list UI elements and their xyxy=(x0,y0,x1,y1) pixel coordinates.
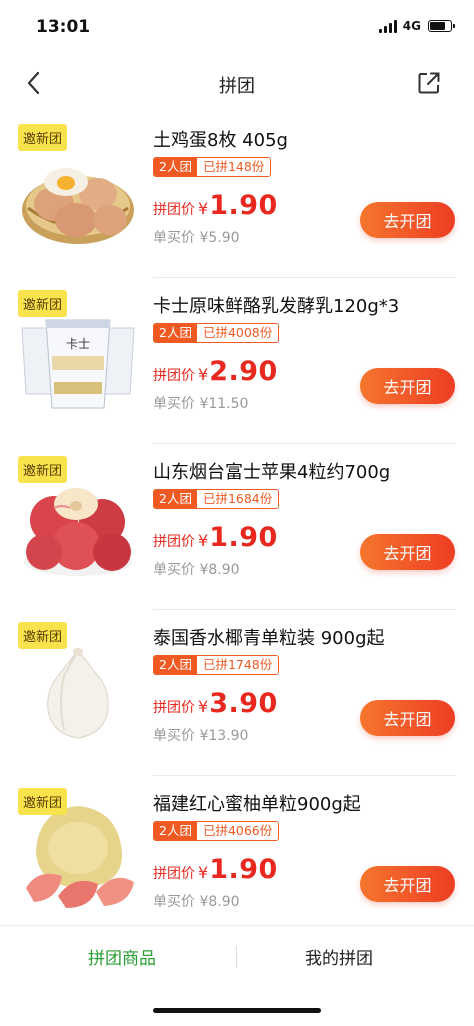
single-price: 单买价 ¥8.90 xyxy=(153,894,240,910)
product-list: 邀新团 土鸡蛋8枚 405g 2人团 已拼148份 拼团价 ¥ 1.90 单买价… xyxy=(0,112,474,924)
product-thumb[interactable]: 邀新团 xyxy=(18,622,138,750)
product-item-coconut[interactable]: 邀新团 泰国香水椰青单粒装 900g起 2人团 已拼1748份 拼团价 ¥ 3.… xyxy=(0,610,474,776)
group-size-badge: 2人团 xyxy=(154,822,197,840)
single-price: 单买价 ¥13.90 xyxy=(153,728,249,744)
group-price-row: 拼团价 ¥ 3.90 xyxy=(153,688,278,719)
group-price-label: 拼团价 xyxy=(153,202,195,218)
invite-badge: 邀新团 xyxy=(18,622,68,649)
open-group-button[interactable]: 去开团 xyxy=(360,202,455,238)
group-price-label: 拼团价 xyxy=(153,866,195,882)
group-count-label: 已拼1748份 xyxy=(196,656,279,674)
product-thumb[interactable]: 邀新团 xyxy=(18,124,138,252)
group-price-label: 拼团价 xyxy=(153,534,195,550)
open-group-button[interactable]: 去开团 xyxy=(360,534,455,570)
open-group-button[interactable]: 去开团 xyxy=(360,368,455,404)
tab-group-products[interactable]: 拼团商品 xyxy=(88,944,156,969)
product-item-pomelo[interactable]: 邀新团 福建红心蜜柚单粒900g起 2人团 已拼4066份 拼团价 ¥ 1.90… xyxy=(0,776,474,924)
group-size-badge: 2人团 xyxy=(154,656,197,674)
group-tag: 2人团 已拼1684份 xyxy=(153,489,280,509)
group-tag: 2人团 已拼1748份 xyxy=(153,655,280,675)
tab-separator xyxy=(236,946,237,968)
bottom-tab-bar: 拼团商品 我的拼团 xyxy=(0,925,474,989)
product-item-eggs[interactable]: 邀新团 土鸡蛋8枚 405g 2人团 已拼148份 拼团价 ¥ 1.90 单买价… xyxy=(0,112,474,278)
currency-symbol: ¥ xyxy=(198,199,209,218)
signal-icon xyxy=(378,19,397,33)
invite-badge: 邀新团 xyxy=(18,456,68,483)
tab-my-groups[interactable]: 我的拼团 xyxy=(305,944,373,969)
group-price-value: 1.90 xyxy=(209,854,278,885)
currency-symbol: ¥ xyxy=(198,863,209,882)
invite-badge: 邀新团 xyxy=(18,290,68,317)
currency-symbol: ¥ xyxy=(198,531,209,550)
share-button[interactable] xyxy=(414,68,444,98)
single-price: 单买价 ¥11.50 xyxy=(153,396,249,412)
share-icon xyxy=(418,72,440,94)
nav-bar: 拼团 xyxy=(0,56,474,112)
group-size-badge: 2人团 xyxy=(154,490,197,508)
group-price-value: 2.90 xyxy=(209,356,278,387)
group-size-badge: 2人团 xyxy=(154,324,197,342)
product-title: 土鸡蛋8枚 405g xyxy=(153,130,288,151)
group-price-label: 拼团价 xyxy=(153,700,195,716)
open-group-button[interactable]: 去开团 xyxy=(360,866,455,902)
group-price-value: 3.90 xyxy=(209,688,278,719)
group-price-value: 1.90 xyxy=(209,522,278,553)
single-price: 单买价 ¥5.90 xyxy=(153,230,240,246)
product-thumb[interactable]: 邀新团 xyxy=(18,788,138,916)
group-price-row: 拼团价 ¥ 1.90 xyxy=(153,190,278,221)
status-time: 13:01 xyxy=(36,17,91,37)
product-title: 山东烟台富士苹果4粒约700g xyxy=(153,462,391,483)
home-indicator xyxy=(153,1008,321,1013)
group-count-label: 已拼148份 xyxy=(196,158,271,176)
group-price-value: 1.90 xyxy=(209,190,278,221)
invite-badge: 邀新团 xyxy=(18,124,68,151)
group-size-badge: 2人团 xyxy=(154,158,197,176)
group-price-row: 拼团价 ¥ 2.90 xyxy=(153,356,278,387)
currency-symbol: ¥ xyxy=(198,697,209,716)
group-price-row: 拼团价 ¥ 1.90 xyxy=(153,854,278,885)
product-item-yogurt[interactable]: 邀新团 卡士 卡士原味鲜酪乳发酵乳120g*3 2人团 已拼4008份 拼团价 … xyxy=(0,278,474,444)
group-count-label: 已拼4066份 xyxy=(196,822,279,840)
currency-symbol: ¥ xyxy=(198,365,209,384)
status-bar: 13:01 4G xyxy=(0,0,474,56)
battery-icon xyxy=(428,20,455,32)
group-count-label: 已拼4008份 xyxy=(196,324,279,342)
page-title: 拼团 xyxy=(219,76,255,97)
group-price-row: 拼团价 ¥ 1.90 xyxy=(153,522,278,553)
status-icons: 4G xyxy=(378,19,455,33)
single-price: 单买价 ¥8.90 xyxy=(153,562,240,578)
group-count-label: 已拼1684份 xyxy=(196,490,279,508)
product-title: 福建红心蜜柚单粒900g起 xyxy=(153,794,361,815)
group-tag: 2人团 已拼148份 xyxy=(153,157,272,177)
open-group-button[interactable]: 去开团 xyxy=(360,700,455,736)
product-item-apples[interactable]: 邀新团 山东烟台富士苹果4粒约700g 2人团 已拼1684份 拼团价 ¥ 1.… xyxy=(0,444,474,610)
product-title: 泰国香水椰青单粒装 900g起 xyxy=(153,628,385,649)
group-tag: 2人团 已拼4066份 xyxy=(153,821,280,841)
group-price-label: 拼团价 xyxy=(153,368,195,384)
yogurt-brand-text: 卡士 xyxy=(66,337,90,351)
product-thumb[interactable]: 邀新团 卡士 xyxy=(18,290,138,418)
product-thumb[interactable]: 邀新团 xyxy=(18,456,138,584)
product-title: 卡士原味鲜酪乳发酵乳120g*3 xyxy=(153,296,400,317)
group-tag: 2人团 已拼4008份 xyxy=(153,323,280,343)
network-label: 4G xyxy=(402,19,421,33)
invite-badge: 邀新团 xyxy=(18,788,68,815)
